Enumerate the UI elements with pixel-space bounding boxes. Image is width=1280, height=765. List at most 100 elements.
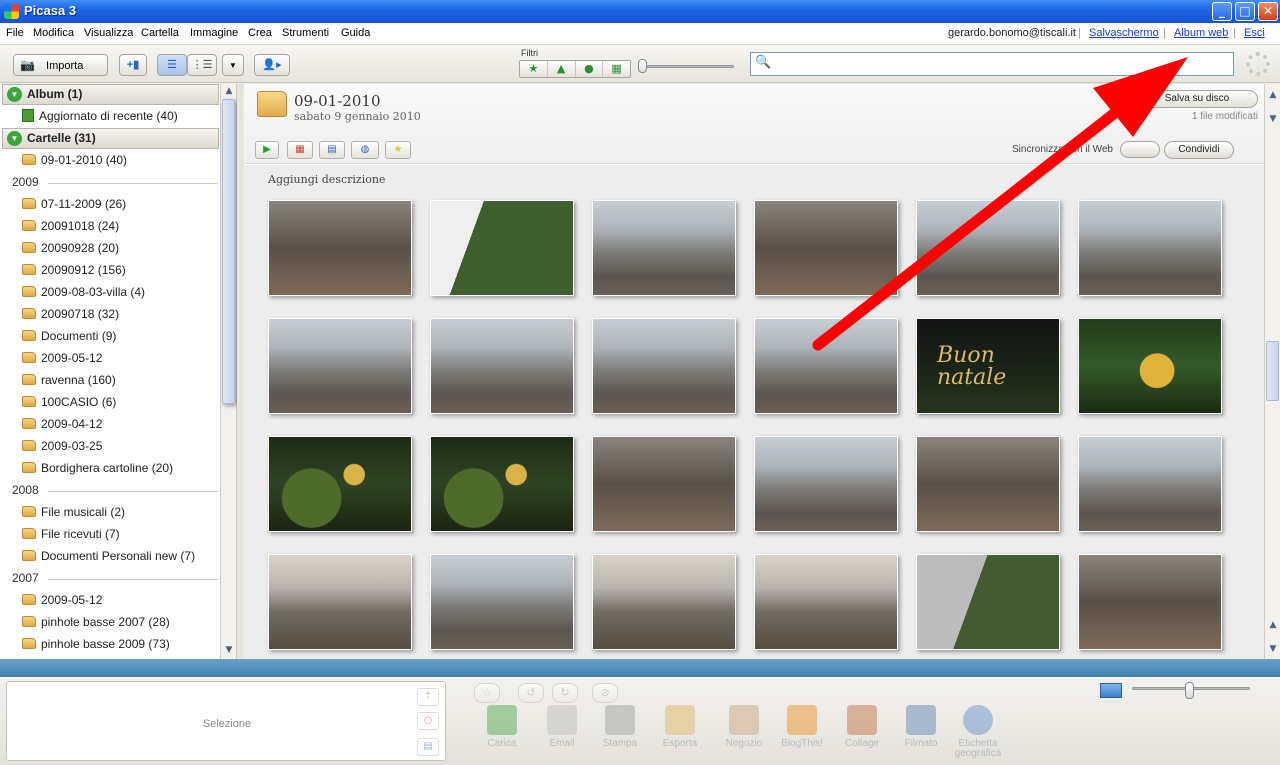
scroll-down-icon[interactable]: ▼ [1266, 642, 1280, 656]
upload-filter-icon[interactable]: ▲ [548, 61, 576, 77]
tree-view-button[interactable]: ⋮☰ [187, 54, 217, 76]
clear-selection-icon[interactable]: ○ [417, 712, 439, 730]
photo-thumbnail[interactable] [592, 200, 736, 296]
sidebar-scroll-thumb[interactable] [222, 99, 235, 404]
star-icon[interactable]: ★ [385, 141, 411, 159]
sidebar-item-folder[interactable]: Documenti Personali new (7) [22, 549, 195, 563]
save-to-disk-button[interactable]: Salva su disco [1136, 90, 1258, 108]
folder-title[interactable]: 09-01-2010 [294, 92, 380, 110]
video-filter-icon[interactable]: ▦ [603, 61, 630, 77]
photo-thumbnail[interactable] [916, 436, 1060, 532]
menu-cartella[interactable]: Cartella [141, 27, 179, 39]
add-description-label[interactable]: Aggiungi descrizione [268, 173, 385, 186]
photo-thumbnail[interactable] [592, 318, 736, 414]
main-scroll-thumb[interactable] [1266, 341, 1279, 401]
album-web-link[interactable]: Album web [1174, 27, 1228, 39]
star-filter-icon[interactable]: ★ [520, 61, 548, 77]
people-button[interactable]: 👤▸ [254, 54, 290, 76]
album-section-header[interactable]: ▼ Album (1) [2, 84, 219, 105]
email-button[interactable]: Email [534, 705, 590, 749]
rotate-right-icon[interactable]: ↻ [552, 683, 578, 703]
sidebar-item-folder[interactable]: 09-01-2010 (40) [22, 153, 127, 167]
rotate-left-icon[interactable]: ↺ [518, 683, 544, 703]
photo-thumbnail[interactable] [754, 318, 898, 414]
menu-crea[interactable]: Crea [248, 27, 272, 39]
geotag-button[interactable]: Etichetta geografica [950, 705, 1006, 759]
add-to-album-button[interactable]: +▮ [119, 54, 147, 76]
close-button[interactable]: ✕ [1258, 2, 1278, 21]
geotag-icon[interactable]: ◍ [351, 141, 379, 159]
view-dropdown-button[interactable]: ▼ [222, 54, 244, 76]
add-to-album-icon[interactable]: ▤ [417, 738, 439, 756]
folders-section-header[interactable]: ▼ Cartelle (31) [2, 128, 219, 149]
search-box[interactable]: 🔍 [750, 52, 1234, 76]
export-button[interactable]: Esporta [652, 705, 708, 749]
photo-thumbnail[interactable] [1078, 554, 1222, 650]
sidebar-item-folder[interactable]: 20090928 (20) [22, 241, 119, 255]
photo-thumbnail[interactable] [754, 200, 898, 296]
sidebar-item-folder[interactable]: Bordighera cartoline (20) [22, 461, 173, 475]
photo-thumbnail[interactable] [430, 200, 574, 296]
photo-thumbnail[interactable]: Buon natale [916, 318, 1060, 414]
sidebar-item-folder[interactable]: Documenti (9) [22, 329, 116, 343]
sync-toggle[interactable] [1120, 141, 1160, 158]
star-icon[interactable]: ☆ [474, 683, 500, 703]
import-button[interactable]: 📷 Importa [13, 54, 108, 76]
shop-button[interactable]: Negozio [716, 705, 772, 749]
sidebar-item-folder[interactable]: 2009-08-03-villa (4) [22, 285, 145, 299]
sidebar-item-folder[interactable]: 2009-03-25 [22, 439, 102, 453]
movie-button[interactable]: Filmato [893, 705, 949, 749]
sidebar-item-folder[interactable]: 20091018 (24) [22, 219, 119, 233]
photo-thumbnail[interactable] [430, 554, 574, 650]
filter-slider-knob[interactable] [638, 59, 647, 73]
photo-thumbnail[interactable] [1078, 200, 1222, 296]
minimize-button[interactable]: _ [1212, 2, 1232, 21]
maximize-button[interactable]: □ [1235, 2, 1255, 21]
upload-button[interactable]: Carica [474, 705, 530, 749]
search-input[interactable] [773, 55, 1228, 73]
share-button[interactable]: Condividi [1164, 141, 1234, 159]
menu-visualizza[interactable]: Visualizza [84, 27, 133, 39]
sidebar-item-folder[interactable]: ravenna (160) [22, 373, 116, 387]
photo-thumbnail[interactable] [268, 554, 412, 650]
face-filter-icon[interactable]: ● [576, 61, 604, 77]
photo-thumbnail[interactable] [916, 200, 1060, 296]
blogthis-button[interactable]: BlogThis! [774, 705, 830, 749]
photo-thumbnail[interactable] [268, 436, 412, 532]
sidebar-item-folder[interactable]: pinhole basse 2009 (73) [22, 637, 170, 651]
menu-strumenti[interactable]: Strumenti [282, 27, 329, 39]
movie-icon[interactable]: ▤ [319, 141, 345, 159]
main-scrollbar[interactable]: ▲ ▼ ▲ ▼ [1264, 84, 1280, 659]
sidebar-item-recent[interactable]: Aggiornato di recente (40) [22, 109, 178, 123]
sidebar-item-folder[interactable]: pinhole basse 2007 (28) [22, 615, 170, 629]
photo-thumbnail[interactable] [1078, 318, 1222, 414]
scroll-up-icon[interactable]: ▲ [1266, 88, 1280, 102]
photo-thumbnail[interactable] [592, 436, 736, 532]
photo-thumbnail[interactable] [268, 200, 412, 296]
photo-thumbnail[interactable] [754, 554, 898, 650]
esci-link[interactable]: Esci [1244, 27, 1265, 39]
menu-file[interactable]: File [6, 27, 24, 39]
sidebar-item-folder[interactable]: File ricevuti (7) [22, 527, 120, 541]
scroll-up-icon[interactable]: ▲ [222, 84, 236, 98]
scroll-down-icon[interactable]: ▼ [222, 643, 236, 657]
thumbnail-size-knob[interactable] [1185, 682, 1194, 699]
print-button[interactable]: Stampa [592, 705, 648, 749]
sidebar-item-folder[interactable]: 07-11-2009 (26) [22, 197, 126, 211]
panel-splitter[interactable] [237, 84, 243, 659]
photo-thumbnail[interactable] [916, 554, 1060, 650]
list-view-button[interactable]: ☰ [157, 54, 187, 76]
slideshow-play-icon[interactable]: ▶ [255, 141, 279, 159]
photo-thumbnail[interactable] [268, 318, 412, 414]
folder-date[interactable]: sabato 9 gennaio 2010 [294, 110, 421, 123]
menu-guida[interactable]: Guida [341, 27, 370, 39]
hold-selection-icon[interactable]: ⇡ [417, 688, 439, 706]
photo-thumbnail[interactable] [592, 554, 736, 650]
sidebar-item-folder[interactable]: 100CASIO (6) [22, 395, 116, 409]
photo-thumbnail[interactable] [1078, 436, 1222, 532]
scroll-down-icon[interactable]: ▼ [1266, 112, 1280, 126]
photo-thumbnail[interactable] [430, 318, 574, 414]
menu-immagine[interactable]: Immagine [190, 27, 238, 39]
scroll-up-icon[interactable]: ▲ [1266, 618, 1280, 632]
menu-modifica[interactable]: Modifica [33, 27, 74, 39]
